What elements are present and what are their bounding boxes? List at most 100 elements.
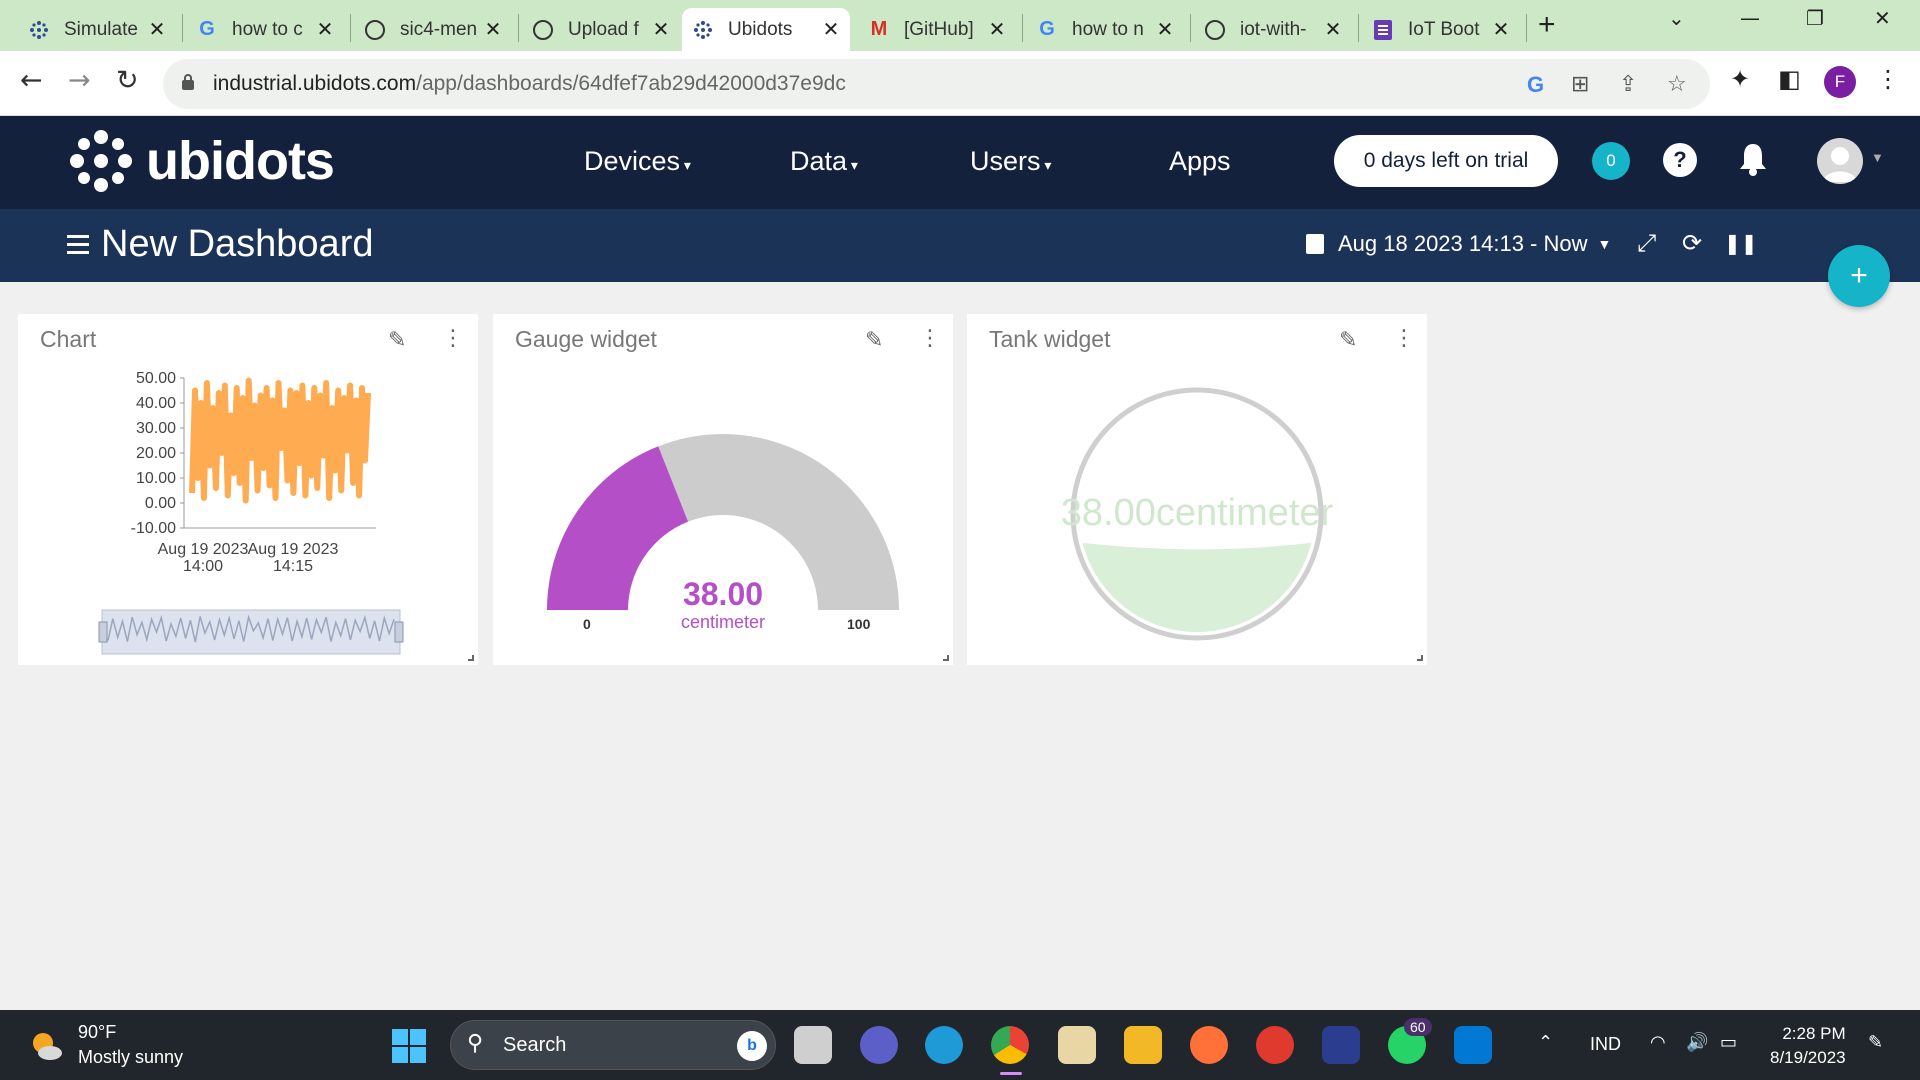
- bookmark-star-icon[interactable]: ☆: [1667, 72, 1687, 97]
- chart-widget: Chart ✎ ⋮ 50.00 40.00 30.00 20.00 10.00 0.00-…: [18, 314, 478, 665]
- bell-icon[interactable]: [1738, 141, 1768, 177]
- close-tab-icon[interactable]: ✕: [1324, 17, 1342, 42]
- close-tab-icon[interactable]: ✕: [148, 17, 166, 42]
- close-tab-icon[interactable]: ✕: [316, 17, 334, 42]
- browser-tab[interactable]: Ghow to c ✕: [186, 8, 344, 51]
- close-tab-icon[interactable]: ✕: [484, 17, 502, 42]
- tab-separator: [1022, 14, 1023, 42]
- search-icon: ⚲: [467, 1031, 484, 1056]
- range-slider-handle-right: [394, 621, 404, 643]
- bing-icon[interactable]: b: [737, 1031, 767, 1061]
- volume-icon[interactable]: 🔊: [1686, 1032, 1708, 1053]
- dashboard-title[interactable]: New Dashboard: [101, 223, 373, 266]
- trial-button[interactable]: 0 days left on trial: [1334, 135, 1558, 187]
- tank-fill: [1079, 542, 1315, 632]
- refresh-icon[interactable]: ⟳: [1682, 229, 1702, 257]
- resize-handle[interactable]: [943, 655, 949, 661]
- app-blue-icon[interactable]: [1322, 1026, 1360, 1064]
- new-tab-icon[interactable]: +: [1538, 8, 1556, 42]
- notification-center-icon[interactable]: ✎: [1868, 1032, 1883, 1053]
- chrome-menu-icon[interactable]: ⋮: [1876, 65, 1900, 93]
- browser-tab[interactable]: Ghow to n ✕: [1026, 8, 1184, 51]
- browser-tab[interactable]: IoT Boot ✕: [1362, 8, 1520, 51]
- back-icon[interactable]: ←: [20, 65, 43, 96]
- share-icon[interactable]: ⇪: [1619, 72, 1637, 97]
- app-red-icon[interactable]: [1256, 1026, 1294, 1064]
- browser-tab[interactable]: sic4-men ✕: [354, 8, 512, 51]
- y-tick-label: 30.00: [136, 420, 176, 437]
- extensions-icon[interactable]: ✦: [1730, 65, 1750, 93]
- windows-start-icon[interactable]: [392, 1029, 426, 1063]
- weather-temp: 90°F: [78, 1022, 117, 1042]
- notification-count-badge[interactable]: 0: [1592, 142, 1630, 180]
- close-tab-icon[interactable]: ✕: [1156, 17, 1174, 42]
- date-range-picker[interactable]: Aug 18 2023 14:13 - Now ▼: [1306, 231, 1611, 257]
- translate-icon[interactable]: ⊞: [1571, 72, 1589, 97]
- task-view-icon[interactable]: [794, 1026, 832, 1064]
- menu-users[interactable]: Users ▾: [970, 146, 1051, 177]
- close-tab-icon[interactable]: ✕: [1492, 17, 1510, 42]
- resize-handle[interactable]: [468, 655, 474, 661]
- range-slider: [101, 609, 401, 655]
- tab-search-icon[interactable]: ⌄: [1668, 6, 1685, 30]
- avatar-dropdown-icon[interactable]: ▼: [1871, 150, 1884, 165]
- restore-icon[interactable]: ❐: [1806, 6, 1824, 30]
- minimize-icon[interactable]: —: [1740, 6, 1760, 30]
- tab-separator: [350, 14, 351, 42]
- forms-icon: [1372, 19, 1394, 41]
- browser-toolbar: ← → ↻ industrial.ubidots.com/app/dashboa…: [0, 51, 1920, 116]
- vscode-icon[interactable]: [1454, 1026, 1492, 1064]
- menu-apps[interactable]: Apps: [1169, 146, 1231, 177]
- pause-icon[interactable]: ❚❚: [1724, 231, 1758, 255]
- github-icon: [364, 19, 386, 41]
- close-tab-icon[interactable]: ✕: [988, 17, 1006, 42]
- fullscreen-icon[interactable]: ⤢: [1637, 229, 1656, 257]
- forward-icon[interactable]: →: [68, 65, 91, 96]
- browser-tab[interactable]: M [GitHub] ✕: [858, 8, 1016, 51]
- address-bar[interactable]: industrial.ubidots.com/app/dashboards/64…: [163, 59, 1710, 109]
- teams-chat-icon[interactable]: [860, 1026, 898, 1064]
- gmail-icon: M: [870, 18, 888, 40]
- browser-tab[interactable]: Upload f ✕: [522, 8, 680, 51]
- tab-separator: [182, 14, 183, 42]
- menu-data[interactable]: Data ▾: [790, 146, 858, 177]
- tab-title: Ubidots: [728, 18, 793, 40]
- tab-separator: [1526, 14, 1527, 42]
- browser-tab[interactable]: Simulate ✕: [18, 8, 176, 51]
- tank-value-label: 38.00centimeter: [1060, 492, 1334, 534]
- hamburger-menu-icon[interactable]: [67, 235, 89, 259]
- close-tab-icon[interactable]: ✕: [822, 17, 840, 42]
- ubidots-logo-icon: [70, 130, 132, 192]
- file-explorer-icon[interactable]: [1124, 1026, 1162, 1064]
- ubidots-logo[interactable]: ubidots: [68, 128, 335, 194]
- edge-icon[interactable]: [925, 1026, 963, 1064]
- browser-tab[interactable]: iot-with- ✕: [1194, 8, 1352, 51]
- resize-handle[interactable]: [1417, 655, 1423, 661]
- windows-taskbar: 90°F Mostly sunny ⚲ Search b 60 ⌃ IND ◠ …: [0, 1010, 1920, 1080]
- active-app-indicator: [1000, 1072, 1022, 1075]
- battery-icon[interactable]: ▭: [1720, 1032, 1737, 1053]
- profile-avatar[interactable]: F: [1824, 66, 1856, 98]
- side-panel-icon[interactable]: ◧: [1778, 65, 1801, 93]
- system-clock[interactable]: 2:28 PM 8/19/2023: [1770, 1022, 1846, 1070]
- menu-devices[interactable]: Devices ▾: [584, 146, 691, 177]
- y-tick-label: 10.00: [136, 470, 176, 487]
- weather-widget[interactable]: 90°F Mostly sunny: [28, 1020, 183, 1070]
- wifi-icon[interactable]: ◠: [1650, 1032, 1666, 1053]
- add-widget-button[interactable]: +: [1828, 245, 1890, 307]
- gauge-min-label: 0: [583, 616, 591, 632]
- close-tab-icon[interactable]: ✕: [652, 17, 670, 42]
- help-icon[interactable]: ?: [1663, 143, 1697, 177]
- google-lens-icon[interactable]: G: [1527, 72, 1544, 98]
- reload-icon[interactable]: ↻: [116, 65, 139, 96]
- solitaire-icon[interactable]: [1058, 1026, 1096, 1064]
- chevron-up-icon[interactable]: ⌃: [1538, 1032, 1553, 1053]
- close-window-icon[interactable]: ✕: [1874, 6, 1891, 30]
- chrome-icon[interactable]: [991, 1026, 1029, 1064]
- whatsapp-badge: 60: [1404, 1018, 1432, 1036]
- firefox-icon[interactable]: [1190, 1026, 1228, 1064]
- user-avatar[interactable]: [1817, 138, 1863, 184]
- taskbar-search[interactable]: ⚲ Search b: [450, 1020, 776, 1070]
- language-indicator[interactable]: IND: [1590, 1034, 1621, 1055]
- browser-tab[interactable]: Ubidots ✕: [682, 8, 850, 51]
